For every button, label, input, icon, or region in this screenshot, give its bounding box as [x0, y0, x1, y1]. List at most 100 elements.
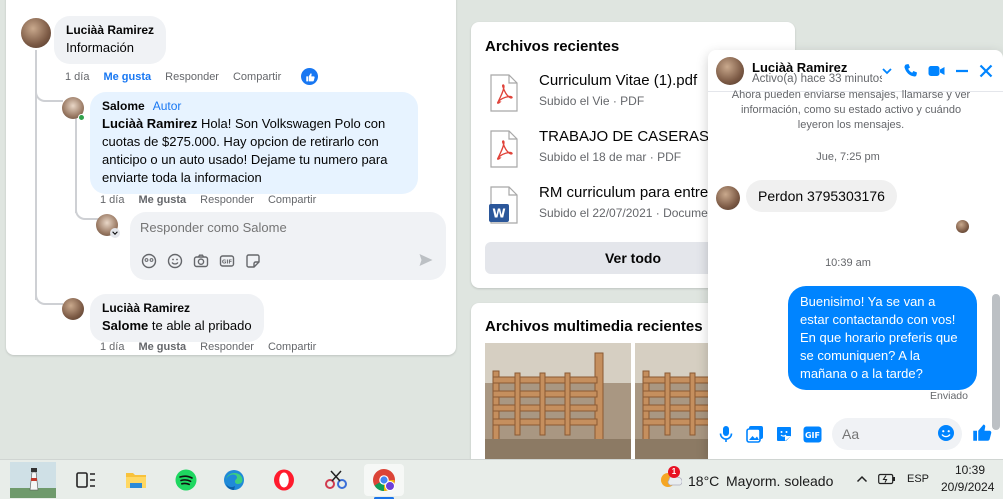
- sticker-icon[interactable]: [244, 252, 262, 270]
- comment-bubble: Luciàà Ramirez Información: [54, 16, 167, 64]
- reply-input[interactable]: [140, 220, 430, 235]
- sent-status: Enviado: [930, 390, 968, 402]
- comment-header: Salome Autor: [102, 99, 406, 113]
- share-button[interactable]: Compartir: [233, 71, 281, 83]
- send-icon[interactable]: [418, 252, 434, 273]
- chevron-down-icon[interactable]: [878, 62, 896, 80]
- comment-time[interactable]: 1 día: [65, 71, 89, 83]
- word-icon: W: [489, 186, 518, 224]
- reply-button[interactable]: Responder: [200, 341, 254, 353]
- task-view-icon[interactable]: [68, 464, 104, 496]
- comment-actions: 1 día Me gusta Responder Compartir: [65, 68, 319, 85]
- messenger-chat-window: Luciàà Ramirez Activo(a) hace 33 minutos…: [708, 50, 1003, 460]
- weather-alert-badge: 1: [668, 466, 680, 478]
- chat-composer: GIF: [708, 410, 1003, 460]
- weather-description: Mayorm. soleado: [726, 473, 834, 489]
- sticker-icon[interactable]: [774, 424, 794, 444]
- timestamp: 10:39 am: [825, 257, 871, 269]
- share-button[interactable]: Compartir: [268, 341, 316, 353]
- file-name: TRABAJO DE CASERAS.pdf: [539, 128, 735, 145]
- comment-bubble: Salome Autor Luciàà Ramirez Hola! Son Vol…: [90, 92, 418, 194]
- input-language[interactable]: ESP: [907, 473, 929, 485]
- svg-text:GIF: GIF: [222, 259, 233, 265]
- gif-icon[interactable]: GIF: [802, 424, 822, 444]
- timestamp: Jue, 7:25 pm: [816, 151, 880, 163]
- svg-text:GIF: GIF: [804, 431, 819, 440]
- pdf-icon: [490, 74, 518, 112]
- chat-status: Activo(a) hace 33 minutos: [752, 73, 882, 85]
- thread-line: [75, 118, 77, 213]
- like-button[interactable]: Me gusta: [138, 341, 186, 353]
- camera-icon[interactable]: [192, 252, 210, 270]
- recent-files-title: Archivos recientes: [485, 38, 620, 55]
- clock-date[interactable]: 20/9/2024: [941, 480, 994, 494]
- minimize-icon[interactable]: [953, 62, 971, 80]
- chrome-browser-icon[interactable]: [364, 464, 404, 496]
- chat-info-notice: Ahora pueden enviarse mensajes, llamarse…: [731, 89, 971, 131]
- chevron-down-icon[interactable]: [110, 228, 120, 238]
- pdf-icon: [490, 130, 518, 168]
- reply-button[interactable]: Responder: [165, 71, 219, 83]
- file-name: Curriculum Vitae (1).pdf: [539, 72, 698, 89]
- avatar[interactable]: [716, 186, 740, 210]
- gif-icon[interactable]: GIF: [218, 252, 236, 270]
- video-call-icon[interactable]: [927, 62, 945, 80]
- comment-body: te able al pribado: [148, 318, 252, 333]
- like-button[interactable]: Me gusta: [138, 194, 186, 206]
- incoming-message[interactable]: Perdon 3795303176: [746, 180, 897, 212]
- like-reaction-icon[interactable]: [301, 68, 319, 85]
- file-meta: Subido el 22/07/2021 · Documento: [539, 206, 725, 220]
- thread-connector: [35, 293, 63, 305]
- reply-button[interactable]: Responder: [200, 194, 254, 206]
- weather-widget[interactable]: 1 18°C Mayorm. soleado: [656, 466, 836, 496]
- comment-text: Luciàà Ramirez Hola! Son Volkswagen Polo…: [102, 115, 406, 187]
- comment-actions: 1 día Me gusta Responder Compartir: [100, 341, 316, 353]
- chat-scrollbar[interactable]: [992, 94, 1001, 430]
- thread-connector: [35, 90, 63, 102]
- comment-author[interactable]: Salome: [102, 99, 145, 113]
- spotify-icon[interactable]: [168, 464, 204, 496]
- emoji-icon[interactable]: [936, 423, 956, 443]
- opera-browser-icon[interactable]: [266, 464, 302, 496]
- comments-card: Luciàà Ramirez Información 1 día Me gust…: [6, 0, 456, 355]
- edge-browser-icon[interactable]: [216, 464, 252, 496]
- chevron-up-icon[interactable]: [856, 472, 868, 490]
- comment-author[interactable]: Luciàà Ramirez: [66, 23, 154, 37]
- avatar-sticker-icon[interactable]: [140, 252, 158, 270]
- comment-time[interactable]: 1 día: [100, 194, 124, 206]
- avatar[interactable]: [716, 57, 744, 85]
- weather-temperature: 18°C: [688, 473, 720, 489]
- thread-line: [35, 50, 37, 300]
- chat-header: Luciàà Ramirez Activo(a) hace 33 minutos: [708, 50, 1003, 92]
- file-explorer-icon[interactable]: [118, 464, 154, 496]
- avatar[interactable]: [62, 298, 84, 320]
- mention-link[interactable]: Salome: [102, 318, 148, 333]
- close-icon[interactable]: [977, 62, 995, 80]
- comment-text: Información: [66, 40, 134, 55]
- comment-author[interactable]: Luciàà Ramirez: [102, 301, 252, 315]
- clock-time[interactable]: 10:39: [955, 463, 985, 477]
- photo-icon[interactable]: [745, 424, 765, 444]
- recent-media-title: Archivos multimedia recientes: [485, 318, 703, 335]
- media-thumbnail[interactable]: [485, 343, 631, 463]
- avatar[interactable]: [21, 18, 51, 48]
- mention-link[interactable]: Luciàà Ramirez: [102, 116, 197, 131]
- thumbs-up-icon[interactable]: [972, 422, 992, 442]
- battery-charging-icon[interactable]: [878, 472, 896, 490]
- reply-tools: GIF: [140, 252, 262, 270]
- emoji-icon[interactable]: [166, 252, 184, 270]
- microphone-icon[interactable]: [716, 424, 736, 444]
- comment-time[interactable]: 1 día: [100, 341, 124, 353]
- lighthouse-icon: [10, 462, 56, 498]
- thread-connector: [75, 208, 99, 220]
- svg-text:W: W: [492, 207, 505, 221]
- windows-taskbar: 1 18°C Mayorm. soleado ESP 10:39 20/9/20…: [0, 459, 1003, 499]
- desktop-widget[interactable]: [8, 462, 58, 498]
- snipping-tool-icon[interactable]: [318, 464, 354, 496]
- share-button[interactable]: Compartir: [268, 194, 316, 206]
- file-meta: Subido el Vie · PDF: [539, 94, 645, 108]
- like-button[interactable]: Me gusta: [103, 71, 151, 83]
- phone-icon[interactable]: [902, 62, 920, 80]
- seen-avatar: [956, 220, 969, 233]
- outgoing-message[interactable]: Buenisimo! Ya se van a estar contactando…: [788, 286, 977, 390]
